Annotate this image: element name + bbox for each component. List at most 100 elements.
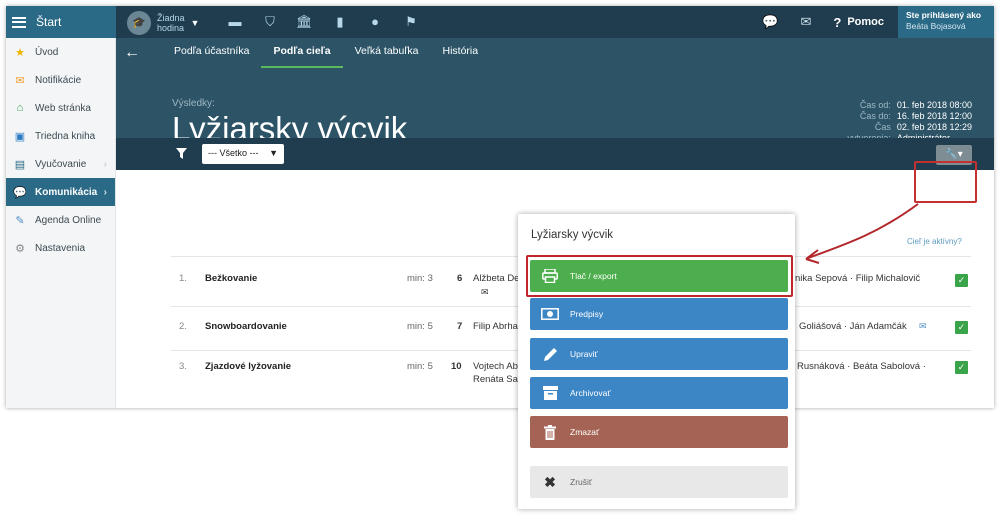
delete-label: Zmazať (570, 427, 600, 437)
active-check-icon[interactable]: ✓ (955, 321, 968, 334)
sidebar-item-notifikacie[interactable]: ✉ Notifikácie (6, 66, 115, 94)
help-label: Pomoc (847, 16, 884, 28)
delete-button[interactable]: Zmazať (530, 416, 788, 448)
graduation-cap-icon: 🎓 (127, 11, 151, 35)
meta-key: Čas (874, 122, 891, 132)
sidebar-item-nastavenia[interactable]: ⚙ Nastavenia (6, 234, 115, 262)
shield-icon[interactable]: ⛉ (262, 14, 278, 30)
highlight-box-print (526, 255, 793, 297)
envelope-icon[interactable]: ✉ (800, 14, 811, 30)
active-check-icon[interactable]: ✓ (955, 361, 968, 374)
participants-end: Goliášová · Ján Adamčák (799, 321, 907, 332)
chevron-right-icon: › (103, 158, 107, 170)
walking-icon[interactable]: ⚑ (403, 14, 419, 30)
pencil-icon (530, 347, 570, 362)
cancel-label: Zrušiť (570, 477, 593, 487)
archive-label: Archivovať (570, 388, 611, 398)
home-icon: ⌂ (16, 102, 24, 114)
sidebar-item-label: Nastavenia (35, 242, 86, 254)
predpisy-label: Predpisy (570, 309, 604, 319)
sidebar-item-label: Notifikácie (35, 74, 82, 86)
sidebar-item-label: Úvod (35, 46, 59, 58)
briefcase-icon[interactable]: ▬ (227, 14, 243, 30)
sidebar: ★ Úvod ✉ Notifikácie ⌂ Web stránka ▣ Triedna… (6, 38, 116, 408)
sidebar-item-label: Triedna kniha (35, 130, 96, 142)
sidebar-item-web[interactable]: ⌂ Web stránka (6, 94, 115, 122)
active-check-icon[interactable]: ✓ (955, 274, 968, 287)
back-arrow-icon[interactable]: ← (124, 44, 140, 62)
teaching-icon: ▤ (14, 158, 26, 171)
start-button[interactable]: Štart (6, 6, 116, 38)
results-label: Výsledky: (172, 98, 215, 109)
filter-bar: --- Všetko --- ▼ 🔧▾ (116, 138, 994, 170)
meta-key: Čas od: (859, 100, 891, 110)
chart-icon[interactable]: ▮ (332, 14, 348, 30)
min-count: min: 5 (407, 361, 433, 372)
row-number: 2. (179, 321, 187, 332)
chat-icon[interactable]: 💬 (762, 14, 778, 30)
building-icon[interactable]: 🏛 (296, 14, 313, 30)
goal-name[interactable]: Bežkovanie (205, 273, 257, 284)
edit-button[interactable]: Upraviť (530, 338, 788, 370)
filter-select[interactable]: --- Všetko --- ▼ (202, 144, 284, 164)
caret-down-icon: ▼ (269, 148, 278, 158)
lesson-selector[interactable]: 🎓 Žiadna hodina ▼ (127, 11, 199, 35)
tab-by-goal[interactable]: Podľa cieľa (261, 38, 343, 68)
goal-name[interactable]: Zjazdové lyžovanie (205, 361, 291, 372)
trash-icon (530, 424, 570, 440)
gear-icon: ⚙ (15, 242, 25, 255)
modal-title: Lyžiarsky výcvik (531, 229, 613, 241)
envelope-icon[interactable]: ✉ (481, 287, 489, 298)
user-info[interactable]: Ste prihlásený ako Beáta Bojasová (898, 6, 994, 38)
sidebar-item-vyucovanie[interactable]: ▤ Vyučovanie › (6, 150, 115, 178)
min-count: min: 3 (407, 273, 433, 284)
sidebar-item-triedna-kniha[interactable]: ▣ Triedna kniha (6, 122, 115, 150)
archive-box-icon (530, 386, 570, 400)
highlight-box-tools (914, 161, 977, 203)
envelope-icon[interactable]: ✉ (919, 321, 927, 332)
min-count: min: 5 (407, 321, 433, 332)
sidebar-item-label: Agenda Online (35, 214, 102, 226)
sidebar-item-label: Vyučovanie (35, 158, 87, 170)
row-number: 3. (179, 361, 187, 372)
chat-icon: 💬 (13, 186, 27, 199)
question-icon: ? (833, 14, 842, 30)
lesson-line1: Žiadna (157, 13, 185, 23)
caret-down-icon: ▼ (190, 18, 200, 28)
participant-count: 6 (457, 273, 463, 284)
sidebar-item-label: Komunikácia (35, 186, 98, 198)
star-icon: ★ (15, 46, 25, 59)
participants-line2: Renáta Sab (473, 374, 524, 385)
lesson-line2: hodina (157, 23, 185, 33)
sidebar-item-uvod[interactable]: ★ Úvod (6, 38, 115, 66)
sidebar-item-agenda[interactable]: ✎ Agenda Online (6, 206, 115, 234)
tab-by-participant[interactable]: Podľa účastníka (162, 38, 261, 68)
participants-end: Rusnáková · Beáta Sabolová · (797, 361, 926, 372)
tab-history[interactable]: História (431, 38, 491, 68)
participants: Alžbeta Der (473, 273, 523, 284)
tab-big-table[interactable]: Veľká tabuľka (343, 38, 431, 68)
filter-selected-value: --- Všetko --- (208, 148, 259, 158)
money-icon (530, 308, 570, 320)
top-bar: Štart 🎓 Žiadna hodina ▼ ▬ ⛉ 🏛 ▮ ● ⚑ 💬 ✉ ?… (6, 6, 994, 38)
edit-label: Upraviť (570, 349, 598, 359)
start-label: Štart (36, 15, 62, 29)
participants-end: nika Sepová · Filip Michalovič (795, 273, 921, 284)
book-icon: ▣ (14, 130, 26, 143)
meta-value: 02. feb 2018 12:29 (896, 122, 972, 132)
palette-icon[interactable]: ● (367, 14, 383, 30)
close-icon: ✖ (544, 473, 556, 490)
active-column-header: Cieľ je aktívny? (907, 237, 962, 246)
sidebar-item-komunikacia[interactable]: 💬 Komunikácia › (6, 178, 115, 206)
help-button[interactable]: ? Pomoc (833, 15, 884, 30)
row-number: 1. (179, 273, 187, 284)
predpisy-button[interactable]: Predpisy (530, 298, 788, 330)
participant-count: 10 (451, 361, 462, 372)
archive-button[interactable]: Archivovať (530, 377, 788, 409)
filter-icon (176, 148, 187, 159)
participants: Filip Abrhan (473, 321, 524, 332)
envelope-icon: ✉ (15, 74, 25, 87)
tab-bar: Podľa účastníka Podľa cieľa Veľká tabuľk… (162, 38, 490, 70)
goal-name[interactable]: Snowboardovanie (205, 321, 287, 332)
cancel-button[interactable]: ✖ Zrušiť (530, 466, 788, 498)
